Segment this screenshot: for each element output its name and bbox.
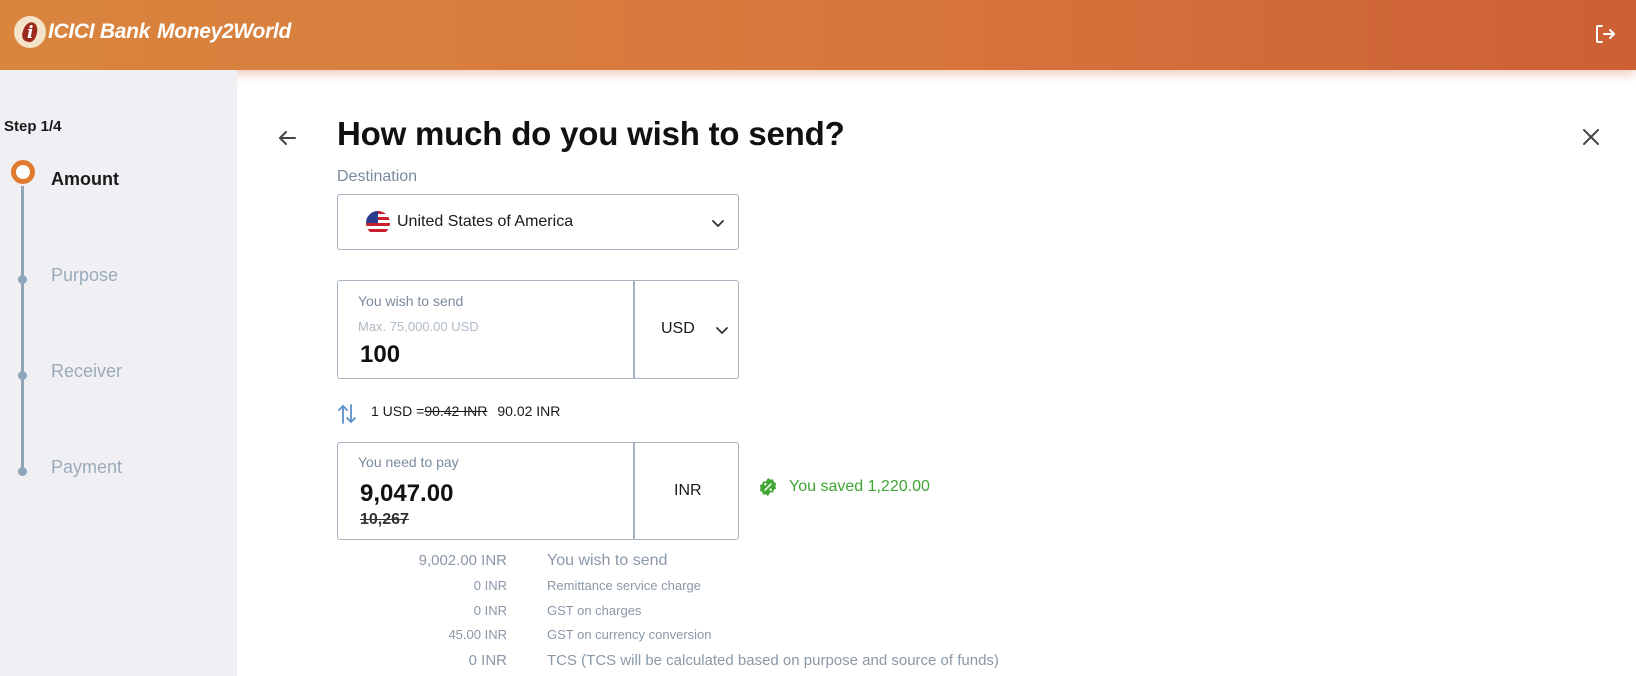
breakdown-amount: 0 INR (473, 578, 507, 593)
send-amount-input[interactable]: 100 (360, 341, 400, 369)
step-purpose[interactable]: Purpose (51, 265, 118, 286)
send-currency-value: USD (661, 320, 695, 337)
step-sidebar: Step 1/4 Amount Purpose Receiver Payment (0, 70, 237, 676)
back-arrow-icon[interactable] (275, 126, 299, 150)
destination-value: United States of America (397, 213, 574, 230)
breakdown-amount: 45.00 INR (448, 627, 507, 642)
pay-amount-old: 10,267 (360, 511, 409, 528)
step-indicator (18, 371, 27, 380)
destination-label: Destination (337, 168, 418, 185)
step-counter: Step 1/4 (4, 118, 62, 135)
step-receiver[interactable]: Receiver (51, 361, 122, 382)
step-indicator (18, 467, 27, 476)
pay-currency: INR (674, 482, 702, 499)
close-icon[interactable] (1580, 126, 1602, 148)
exchange-rate: 1 USD =90.42 INR 90.02 INR (371, 403, 560, 419)
us-flag-icon (366, 211, 390, 235)
chevron-down-icon (716, 327, 728, 334)
brand-name: ICICI Bank (48, 20, 151, 43)
page-title: How much do you wish to send? (337, 115, 845, 152)
send-amount-label: You wish to send (358, 293, 464, 309)
field-divider (633, 443, 635, 539)
brand-product: Money2World (157, 20, 292, 43)
icici-logo-icon: i (14, 16, 46, 48)
savings-text: You saved 1,220.00 (789, 478, 930, 495)
brand-logo[interactable]: i ICICI Bank Money2World (14, 16, 291, 48)
step-amount[interactable]: Amount (51, 169, 119, 190)
step-indicator (18, 275, 27, 284)
rate-new: 90.02 INR (497, 403, 561, 419)
breakdown-desc: TCS (TCS will be calculated based on pur… (547, 652, 999, 669)
breakdown-amount: 0 INR (468, 652, 507, 669)
chevron-down-icon (712, 220, 724, 227)
rate-prefix: 1 USD = (371, 403, 425, 419)
breakdown-desc: GST on charges (547, 603, 642, 618)
discount-icon (759, 478, 777, 496)
send-currency-select[interactable]: USD (635, 281, 738, 378)
step-payment[interactable]: Payment (51, 457, 122, 478)
breakdown-desc: You wish to send (547, 552, 668, 569)
pay-amount-field: You need to pay 9,047.00 10,267 INR (337, 442, 739, 540)
pay-amount-value: 9,047.00 (360, 480, 454, 507)
savings-badge: You saved 1,220.00 (758, 477, 930, 497)
swap-icon[interactable] (337, 403, 357, 425)
breakdown-desc: Remittance service charge (547, 578, 701, 593)
breakdown-amount: 0 INR (473, 603, 507, 618)
send-amount-field: You wish to send Max. 75,000.00 USD 100 … (337, 280, 739, 379)
send-amount-hint: Max. 75,000.00 USD (358, 319, 479, 334)
app-header: i ICICI Bank Money2World (0, 0, 1636, 70)
step-rail (21, 186, 24, 471)
breakdown-amount: 9,002.00 INR (418, 552, 507, 569)
destination-select[interactable]: United States of America (337, 194, 739, 250)
rate-old: 90.42 INR (424, 403, 488, 419)
logout-icon[interactable] (1593, 22, 1617, 46)
breakdown-desc: GST on currency conversion (547, 627, 712, 642)
pay-amount-label: You need to pay (358, 454, 459, 470)
step-indicator-active (11, 160, 35, 184)
